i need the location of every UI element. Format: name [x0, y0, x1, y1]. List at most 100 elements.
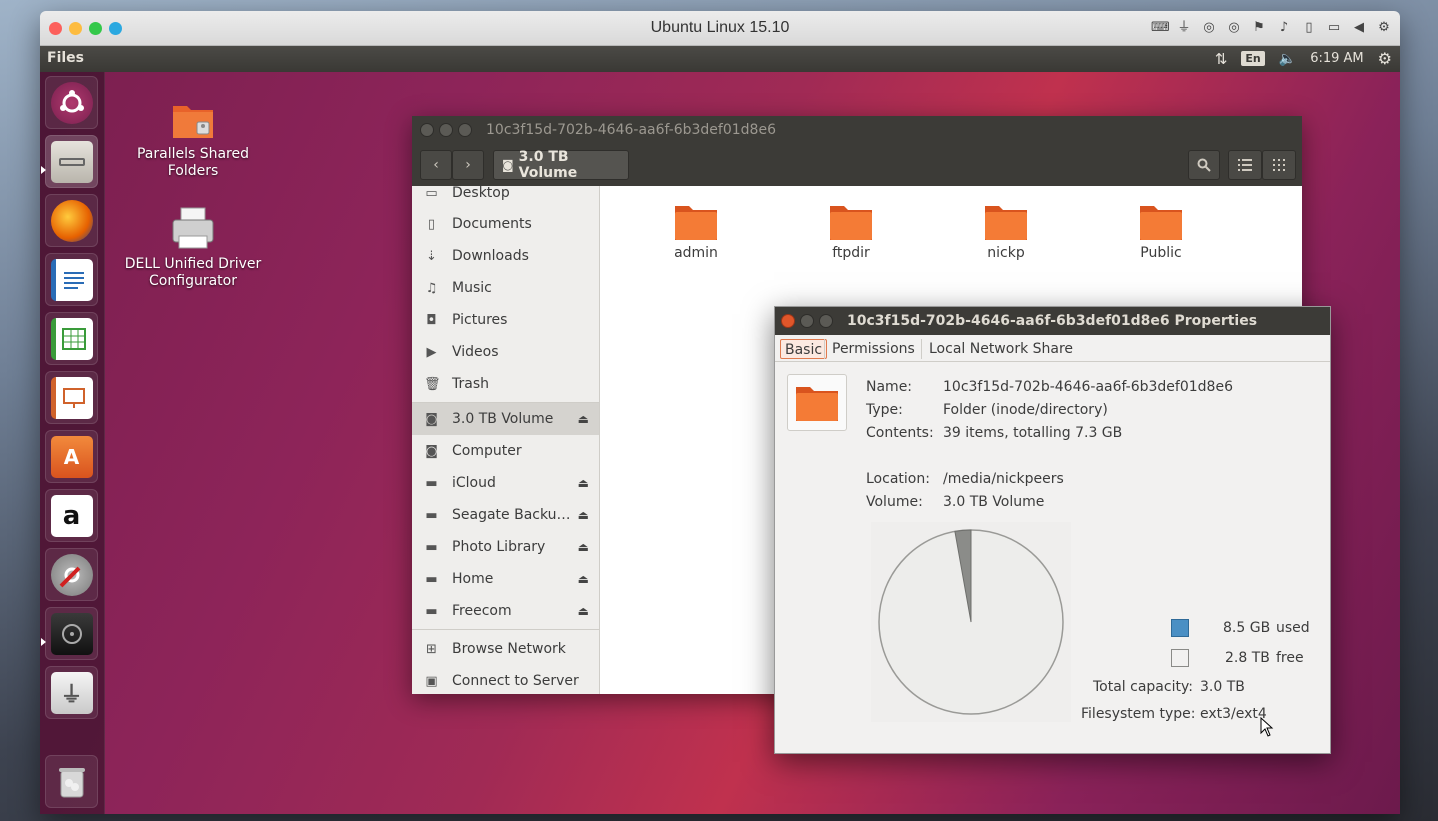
keyboard-language-indicator[interactable]: En	[1241, 51, 1265, 66]
used-value: 8.5 GB	[1223, 620, 1271, 636]
folder-icon: ▭	[425, 186, 438, 201]
desktop-icon-label: Folders	[167, 163, 219, 179]
files-titlebar: 10c3f15d-702b-4646-aa6f-6b3def01d8e6	[412, 116, 1302, 144]
path-bar-button[interactable]: ◙ 3.0 TB Volume	[493, 149, 629, 181]
network-icon[interactable]: ⚑	[1251, 20, 1267, 36]
sidebar-item-label: Trash	[452, 376, 489, 392]
desktop-icon-parallels-shared-folders[interactable]: Parallels Shared Folders	[113, 96, 273, 180]
collapse-icon[interactable]: ◀	[1351, 20, 1367, 36]
name-value[interactable]: 10c3f15d-702b-4646-aa6f-6b3def01d8e6	[943, 379, 1233, 395]
sidebar-item-label: Desktop	[452, 186, 510, 201]
desktop-icon-dell-driver[interactable]: DELL Unified Driver Configurator	[113, 206, 273, 290]
launcher-firefox[interactable]	[45, 194, 98, 247]
sidebar-item-browse-network[interactable]: ⊞ Browse Network	[412, 633, 599, 665]
sidebar-item-downloads[interactable]: ⇣ Downloads	[412, 240, 599, 272]
tab-basic[interactable]: Basic	[780, 339, 828, 359]
sidebar-item-label: Freecom	[452, 603, 512, 619]
files-close-button[interactable]	[420, 123, 434, 137]
usb-icon[interactable]: ⏚	[1176, 20, 1192, 36]
launcher-dash[interactable]	[45, 76, 98, 129]
sound-icon[interactable]: ♪	[1276, 20, 1292, 36]
folder-item-ftpdir[interactable]: ftpdir	[796, 202, 906, 261]
volume-icon[interactable]: 🔈	[1279, 51, 1296, 67]
search-icon	[1197, 158, 1211, 172]
eject-icon[interactable]: ⏏	[578, 508, 589, 522]
network-arrows-icon[interactable]: ⇅	[1215, 50, 1228, 68]
keyboard-icon[interactable]: ⌨	[1151, 20, 1170, 36]
sidebar-item-icloud[interactable]: ▬ iCloud ⏏	[412, 467, 599, 499]
list-view-button[interactable]	[1228, 150, 1262, 180]
launcher-disk-drive[interactable]	[45, 607, 98, 660]
properties-maximize-button[interactable]	[819, 314, 833, 328]
sidebar-item-desktop[interactable]: ▭ Desktop	[412, 186, 599, 209]
folder-item-nickp[interactable]: nickp	[951, 202, 1061, 261]
sidebar-item-seagate[interactable]: ▬ Seagate Backu… ⏏	[412, 499, 599, 531]
launcher-writer[interactable]	[45, 253, 98, 306]
sidebar-item-computer[interactable]: ◙ Computer	[412, 435, 599, 467]
back-button[interactable]: ‹	[420, 150, 452, 180]
sidebar-item-photo-library[interactable]: ▬ Photo Library ⏏	[412, 531, 599, 563]
sidebar-item-connect-to-server[interactable]: ▣ Connect to Server	[412, 665, 599, 694]
forward-button[interactable]: ›	[452, 150, 484, 180]
tab-divider	[824, 339, 825, 359]
eject-icon[interactable]: ⏏	[578, 572, 589, 586]
sidebar-item-pictures[interactable]: ◘ Pictures	[412, 304, 599, 336]
launcher-usb-drive[interactable]: ⏚	[45, 666, 98, 719]
sidebar-item-3tb-volume[interactable]: ◙ 3.0 TB Volume ⏏	[412, 403, 599, 435]
tab-permissions[interactable]: Permissions	[828, 339, 919, 359]
calc-icon	[50, 317, 93, 360]
ubuntu-dash-icon	[50, 81, 93, 124]
launcher-trash[interactable]	[45, 755, 98, 808]
cd-icon[interactable]: ◎	[1201, 20, 1217, 36]
shared-folder-icon[interactable]: ▭	[1326, 20, 1342, 36]
launcher-software-center[interactable]: A	[45, 430, 98, 483]
properties-close-button[interactable]	[781, 314, 795, 328]
sidebar-item-freecom[interactable]: ▬ Freecom ⏏	[412, 595, 599, 627]
tab-local-network-share[interactable]: Local Network Share	[925, 339, 1077, 359]
chevron-right-icon: ›	[465, 157, 471, 173]
eject-icon[interactable]: ⏏	[578, 476, 589, 490]
files-minimize-button[interactable]	[439, 123, 453, 137]
properties-tabs: Basic Permissions Local Network Share	[775, 335, 1330, 362]
system-gear-icon[interactable]: ⚙	[1378, 49, 1392, 68]
launcher-amazon[interactable]: a	[45, 489, 98, 542]
grid-view-icon	[1273, 159, 1285, 171]
sidebar-item-music[interactable]: ♫ Music	[412, 272, 599, 304]
launcher-files[interactable]	[45, 135, 98, 188]
eject-icon[interactable]: ⏏	[578, 604, 589, 618]
trash-icon	[51, 761, 93, 803]
launcher-impress[interactable]	[45, 371, 98, 424]
properties-minimize-button[interactable]	[800, 314, 814, 328]
folder-item-public[interactable]: Public	[1106, 202, 1216, 261]
sidebar-item-home[interactable]: ▬ Home ⏏	[412, 563, 599, 595]
panel-clock[interactable]: 6:19 AM	[1310, 51, 1363, 66]
sidebar-item-label: 3.0 TB Volume	[452, 411, 554, 427]
eject-icon[interactable]: ⏏	[578, 540, 589, 554]
vm-window: Ubuntu Linux 15.10 ⌨ ⏚ ◎ ◎ ⚑ ♪ ▯ ▭ ◀ ⚙ F…	[40, 11, 1400, 814]
sidebar-item-label: Seagate Backu…	[452, 507, 571, 523]
folder-icon	[983, 202, 1029, 242]
folder-item-admin[interactable]: admin	[641, 202, 751, 261]
files-maximize-button[interactable]	[458, 123, 472, 137]
files-toolbar: ‹ › ◙ 3.0 TB Volume	[412, 144, 1302, 186]
launcher-system-settings[interactable]	[45, 548, 98, 601]
sidebar-item-videos[interactable]: ▶ Videos	[412, 336, 599, 368]
sidebar-item-trash[interactable]: 🗑 Trash	[412, 368, 599, 400]
network-icon: ⊞	[426, 641, 437, 657]
folder-label: nickp	[987, 245, 1025, 261]
launcher-calc[interactable]	[45, 312, 98, 365]
grid-view-button[interactable]	[1262, 150, 1296, 180]
settings-gear-icon[interactable]: ⚙	[1376, 20, 1392, 36]
location-value[interactable]: /media/nickpeers	[943, 471, 1064, 487]
eject-icon[interactable]: ⏏	[578, 412, 589, 426]
desktop-icon-label: Configurator	[149, 273, 237, 289]
capacity-value: 3.0 TB	[1200, 679, 1245, 695]
sidebar-item-documents[interactable]: ▯ Documents	[412, 208, 599, 240]
drive-icon: ▬	[425, 507, 438, 523]
search-button[interactable]	[1188, 150, 1220, 180]
drive-icon: ▬	[425, 603, 438, 619]
sidebar-item-label: Browse Network	[452, 641, 566, 657]
disc-icon[interactable]: ◎	[1226, 20, 1242, 36]
folder-label: Public	[1140, 245, 1182, 261]
device-icon[interactable]: ▯	[1301, 20, 1317, 36]
